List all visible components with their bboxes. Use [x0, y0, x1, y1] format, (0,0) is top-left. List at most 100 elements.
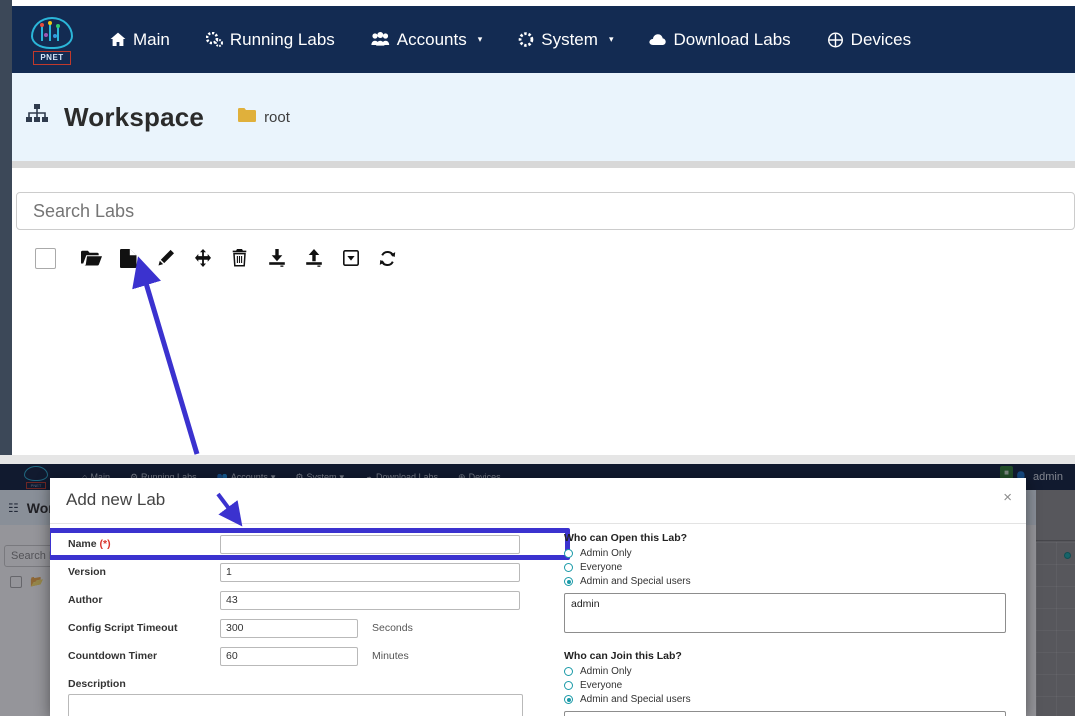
gears-icon [205, 32, 223, 47]
edit-button[interactable] [147, 243, 184, 273]
who-can-join-option-everyone[interactable]: Everyone [564, 679, 1006, 692]
nav-label-accounts: Accounts [396, 29, 467, 49]
field-row-countdown-timer: Countdown Timer Minutes [68, 644, 560, 668]
modal-header: Add new Lab × [50, 478, 1026, 523]
refresh-button[interactable] [369, 243, 406, 273]
unit-minutes: Minutes [372, 650, 409, 662]
nav-item-accounts[interactable]: Accounts ▾ [353, 24, 500, 56]
upload-icon [305, 249, 323, 267]
home-icon [110, 32, 126, 47]
option-label: Admin and Special users [580, 576, 691, 587]
lab-name-input[interactable] [220, 534, 520, 554]
who-can-join-users-textarea[interactable] [564, 711, 1006, 716]
field-row-config-script-timeout: Config Script Timeout Seconds [68, 616, 560, 640]
nav-item-main[interactable]: Main [92, 24, 188, 56]
field-row-version: Version [68, 560, 560, 584]
nav-item-devices[interactable]: Devices [809, 24, 929, 56]
unit-seconds: Seconds [372, 622, 413, 634]
user-label: admin [1033, 471, 1063, 483]
config-script-timeout-input[interactable] [220, 618, 358, 638]
radio-icon [564, 681, 573, 690]
breadcrumb-label: root [264, 108, 290, 126]
folder-open-icon [81, 250, 102, 266]
page-title: Workspace [64, 101, 205, 132]
refresh-icon [379, 250, 396, 267]
move-arrows-icon [194, 249, 212, 267]
who-can-open-users-textarea[interactable] [564, 593, 1006, 633]
search-labs-field[interactable] [16, 192, 1075, 230]
option-label: Admin Only [580, 548, 632, 559]
close-icon[interactable]: × [1003, 490, 1012, 505]
who-can-open-option-everyone[interactable]: Everyone [564, 561, 1006, 574]
upper-screenshot-panel: PNET Main Running Labs Accounts ▾ System… [0, 0, 1075, 463]
canvas-separator [1036, 540, 1075, 541]
caret-square-down-icon [342, 250, 359, 266]
chevron-down-icon: ▾ [608, 34, 614, 44]
export-button[interactable] [258, 243, 295, 273]
add-new-lab-button[interactable] [110, 243, 147, 273]
nav-item-running-labs[interactable]: Running Labs [188, 24, 353, 56]
canvas-node-dot [1064, 552, 1071, 559]
option-label: Everyone [580, 562, 623, 573]
nav-label-running-labs: Running Labs [229, 29, 335, 49]
header-divider [12, 161, 1075, 168]
who-can-join-option-admin-only[interactable]: Admin Only [564, 665, 1006, 678]
option-label: Everyone [580, 680, 623, 691]
label-version: Version [68, 566, 106, 578]
pnet-wordmark-small: PNET [26, 482, 46, 489]
lab-author-input[interactable] [220, 590, 520, 610]
label-config-script-timeout: Config Script Timeout [68, 622, 178, 634]
users-icon [371, 32, 390, 47]
open-folder-button[interactable] [73, 243, 110, 273]
cloud-outline [31, 16, 73, 49]
chevron-down-icon: ▾ [477, 34, 483, 44]
who-can-open-option-admin-and-special-users[interactable]: Admin and Special users [564, 575, 1006, 588]
who-can-join-option-admin-and-special-users[interactable]: Admin and Special users [564, 693, 1006, 706]
radio-icon [564, 549, 573, 558]
required-marker: (*) [99, 538, 111, 550]
label-name: Name (*) [68, 538, 220, 550]
select-all-checkbox[interactable] [35, 247, 56, 269]
screenshot-separator [0, 455, 1075, 464]
option-label: Admin and Special users [580, 694, 691, 705]
who-can-open-option-admin-only[interactable]: Admin Only [564, 547, 1006, 560]
field-row-author: Author [68, 588, 560, 612]
nav-label-download-labs: Download Labs [673, 29, 791, 49]
page-header: Workspace root [12, 73, 1075, 161]
label-countdown-timer: Countdown Timer [68, 650, 158, 662]
devices-icon [827, 32, 844, 48]
nav-label-system: System [541, 29, 598, 49]
labs-content-area [12, 168, 1075, 463]
who-can-open-title: Who can Open this Lab? [564, 532, 688, 544]
pnet-logo-icon-small: PNET [23, 465, 49, 489]
gear-icon [518, 32, 534, 47]
radio-icon-selected [564, 695, 573, 704]
search-input[interactable] [31, 199, 1074, 223]
radio-icon-selected [564, 577, 573, 586]
nav-label-main: Main [133, 29, 170, 49]
modal-title: Add new Lab [66, 490, 166, 509]
move-button[interactable] [184, 243, 221, 273]
background-select-all-checkbox[interactable] [10, 575, 22, 588]
nav-item-system[interactable]: System ▾ [500, 24, 631, 56]
background-folder-open-icon[interactable]: 📂 [30, 575, 44, 588]
lab-version-input[interactable] [220, 562, 520, 582]
background-canvas-right [1036, 490, 1075, 716]
folder-icon [238, 107, 257, 127]
modal-right-column: Who can Open this Lab? Admin Only Everyo… [560, 524, 1026, 716]
breadcrumb[interactable]: root [238, 107, 290, 127]
dropdown-button[interactable] [332, 243, 369, 273]
add-file-icon [120, 248, 137, 268]
download-icon [268, 249, 286, 267]
lab-description-textarea[interactable] [68, 694, 523, 716]
canvas-grid [1036, 542, 1075, 716]
label-author: Author [68, 594, 103, 606]
brand-logo[interactable]: PNET [12, 15, 92, 65]
main-navbar: PNET Main Running Labs Accounts ▾ System… [12, 6, 1075, 73]
pnet-logo-icon: PNET [29, 15, 75, 65]
delete-button[interactable] [221, 243, 258, 273]
countdown-timer-input[interactable] [220, 646, 358, 666]
nav-label-devices: Devices [850, 29, 912, 49]
nav-item-download-labs[interactable]: Download Labs [631, 24, 808, 56]
import-button[interactable] [295, 243, 332, 273]
